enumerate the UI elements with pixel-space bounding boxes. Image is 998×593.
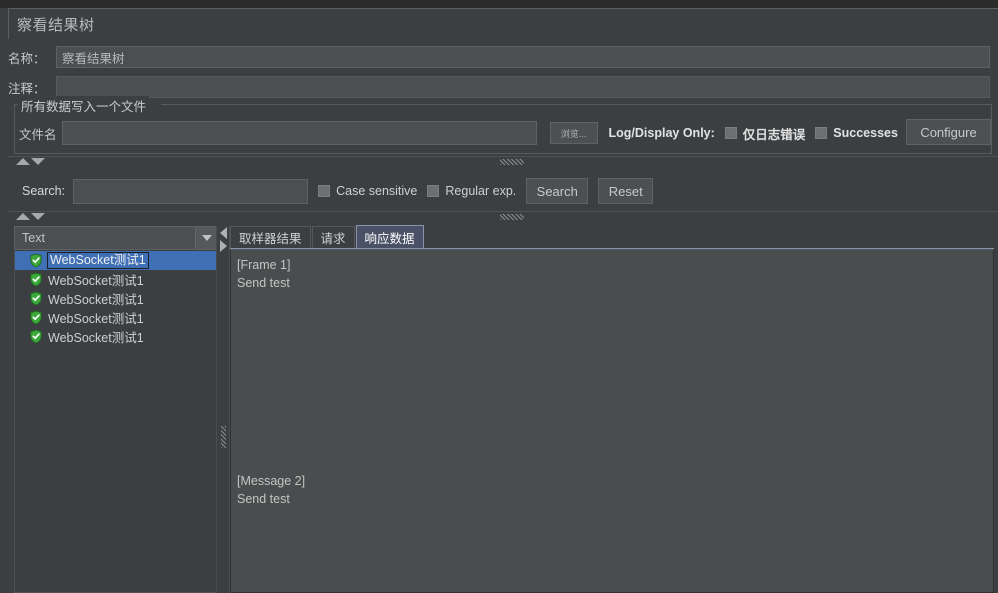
search-button[interactable]: Search	[526, 178, 589, 204]
log-display-only-label: Log/Display Only:	[608, 126, 715, 140]
response-line: [Message 2]	[237, 474, 306, 488]
search-panel: Search: Case sensitive Regular exp. Sear…	[8, 170, 998, 212]
errors-only-checkbox-wrap[interactable]: 仅日志错误	[724, 124, 806, 143]
tree-item-label: WebSocket测试1	[48, 274, 144, 288]
response-blank-gap	[237, 292, 985, 472]
result-tabs[interactable]: 取样器结果 请求 响应数据	[230, 225, 994, 249]
configure-button[interactable]: Configure	[906, 119, 991, 145]
tab-2[interactable]: 请求	[311, 226, 355, 248]
case-sensitive-checkbox[interactable]	[318, 185, 331, 197]
response-line: [Frame 1]	[237, 258, 291, 272]
splitter-top[interactable]	[8, 156, 998, 167]
comment-input[interactable]	[56, 76, 990, 98]
panel-title-bar: 察看结果树	[8, 8, 998, 39]
results-area: Text WebSocket测试1 WebSocket测试1 WebSocket测试…	[8, 222, 998, 593]
response-line: Send test	[237, 276, 290, 290]
tab-strip-filler	[425, 247, 994, 248]
renderer-select[interactable]: Text	[14, 226, 218, 250]
filename-label: 文件名	[19, 127, 57, 142]
successes-label: Successes	[833, 126, 898, 140]
splitter-vertical[interactable]	[216, 226, 230, 593]
case-sensitive-checkbox-wrap[interactable]: Case sensitive	[318, 184, 417, 198]
window-top-strip	[0, 0, 998, 8]
chevron-left-icon[interactable]	[220, 227, 227, 239]
group-border-line	[161, 104, 992, 105]
successes-checkbox-wrap[interactable]: Successes	[815, 126, 898, 140]
response-line: Send test	[237, 492, 290, 506]
chevron-up-icon[interactable]	[16, 158, 30, 165]
splitter-collapse-arrows-2[interactable]	[16, 213, 45, 220]
chevron-up-icon[interactable]	[16, 213, 30, 220]
tree-item-sample-result[interactable]: WebSocket测试1	[15, 270, 217, 289]
write-all-data-to-file-group: 所有数据写入一个文件 文件名 浏览... Log/Display Only: 仅…	[14, 96, 992, 154]
search-label: Search:	[22, 184, 66, 198]
successes-checkbox[interactable]	[815, 127, 828, 139]
status-success-shield-icon	[30, 253, 42, 268]
chevron-right-icon[interactable]	[220, 240, 227, 252]
page-title: 察看结果树	[17, 16, 95, 34]
tree-item-label: WebSocket测试1	[47, 252, 149, 269]
errors-only-label: 仅日志错误	[742, 127, 806, 142]
name-row: 名称：	[8, 45, 990, 69]
file-row: 文件名 浏览... Log/Display Only: 仅日志错误 Succes…	[15, 116, 991, 150]
tree-item-sample-result[interactable]: WebSocket测试1	[15, 327, 217, 346]
search-input[interactable]	[73, 178, 309, 204]
browse-button[interactable]: 浏览...	[549, 122, 598, 144]
chevron-down-icon[interactable]	[31, 213, 45, 220]
status-success-shield-icon	[30, 310, 42, 325]
status-success-shield-icon	[30, 291, 42, 306]
tab-1[interactable]: 取样器结果	[230, 226, 311, 248]
splitter-vertical-grip[interactable]	[221, 426, 226, 448]
regular-exp-label: Regular exp.	[445, 184, 517, 198]
tab-label: 响应数据	[364, 231, 415, 246]
results-right-column: 取样器结果 请求 响应数据 [Frame 1] Send test [Message…	[230, 225, 994, 593]
comment-label: 注释：	[8, 81, 46, 96]
filename-input[interactable]	[61, 121, 537, 145]
tab-label: 取样器结果	[239, 232, 302, 246]
view-results-tree-window: 察看结果树 名称： 注释： 所有数据写入一个文件 文件名 浏览... Log/D…	[0, 0, 998, 593]
name-label: 名称：	[8, 51, 46, 66]
response-data-pane[interactable]: [Frame 1] Send test [Message 2] Send tes…	[230, 249, 994, 593]
tree-item-sample-result[interactable]: WebSocket测试1	[15, 289, 217, 308]
splitter-middle[interactable]	[8, 211, 998, 222]
regular-exp-checkbox-wrap[interactable]: Regular exp.	[427, 184, 516, 198]
results-left-column: Text WebSocket测试1 WebSocket测试1 WebSocket测试…	[14, 226, 218, 593]
renderer-select-value: Text	[22, 231, 45, 245]
status-success-shield-icon	[30, 329, 42, 344]
status-success-shield-icon	[30, 272, 42, 287]
tree-item-label: WebSocket测试1	[48, 293, 144, 307]
reset-button[interactable]: Reset	[598, 178, 654, 204]
comment-row: 注释：	[8, 75, 990, 99]
name-input[interactable]	[56, 46, 990, 68]
tab-3-active[interactable]: 响应数据	[355, 225, 424, 248]
tree-item-label: WebSocket测试1	[48, 331, 144, 345]
tree-item-sample-result[interactable]: WebSocket测试1	[15, 308, 217, 327]
splitter-collapse-arrows[interactable]	[16, 158, 45, 165]
tab-label: 请求	[320, 232, 346, 246]
sample-result-tree[interactable]: WebSocket测试1 WebSocket测试1 WebSocket测试1 WebS…	[14, 251, 218, 593]
splitter-grip-2[interactable]	[500, 214, 524, 220]
chevron-down-icon[interactable]	[195, 227, 217, 249]
tree-item-sample-result[interactable]: WebSocket测试1	[15, 251, 217, 270]
errors-only-checkbox[interactable]	[724, 127, 737, 139]
group-title: 所有数据写入一个文件	[19, 96, 150, 115]
chevron-down-icon[interactable]	[31, 158, 45, 165]
splitter-grip[interactable]	[500, 159, 524, 165]
tree-item-label: WebSocket测试1	[48, 312, 144, 326]
case-sensitive-label: Case sensitive	[336, 184, 418, 198]
regular-exp-checkbox[interactable]	[427, 185, 440, 197]
